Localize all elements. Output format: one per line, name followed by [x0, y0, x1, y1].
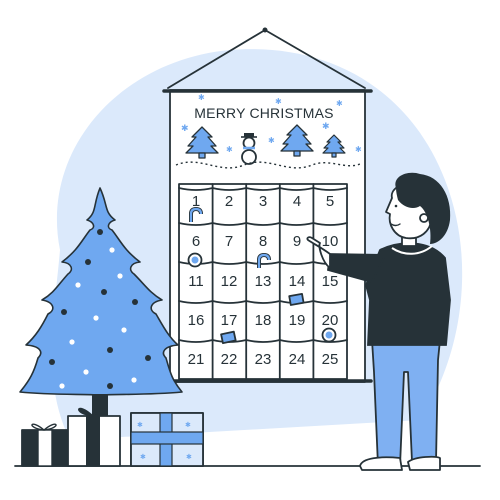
day-number[interactable]: 20: [322, 312, 339, 329]
svg-text:✱: ✱: [198, 93, 205, 102]
calendar-title: MERRY CHRISTMAS: [194, 105, 333, 121]
svg-text:✱: ✱: [322, 122, 330, 132]
day-number[interactable]: 4: [293, 193, 301, 210]
cookie-icon: [321, 327, 337, 343]
day-number[interactable]: 18: [255, 312, 272, 329]
day-number[interactable]: 12: [221, 273, 238, 290]
svg-text:✱: ✱: [268, 136, 275, 145]
gift-wrap-icon: [220, 330, 237, 345]
day-number[interactable]: 10: [322, 233, 339, 250]
gift-box-dark: [21, 423, 71, 467]
person-shoe: [359, 456, 403, 471]
hanging-nail: [262, 27, 268, 33]
svg-text:✱: ✱: [137, 421, 143, 429]
svg-text:✱: ✱: [226, 145, 233, 154]
day-number[interactable]: 16: [188, 312, 205, 329]
day-number[interactable]: 6: [192, 233, 200, 250]
person-eye: [394, 204, 398, 208]
day-number[interactable]: 17: [221, 312, 238, 329]
day-number[interactable]: 11: [188, 273, 204, 290]
day-number[interactable]: 3: [259, 193, 267, 210]
day-number[interactable]: 5: [326, 193, 334, 210]
day-number[interactable]: 24: [289, 351, 306, 368]
svg-text:✱: ✱: [185, 421, 191, 429]
person-ear: [419, 213, 429, 223]
advent-calendar-scene: MERRY CHRISTMAS ✱ ✱ ✱ ✱ ✱ ✱ ✱ ✱ 1 2 3 4 …: [14, 27, 481, 471]
gift-wrap-icon: [288, 292, 305, 306]
day-number[interactable]: 25: [322, 351, 339, 368]
day-number[interactable]: 22: [221, 351, 238, 368]
day-number[interactable]: 7: [225, 233, 233, 250]
advent-calendar: MERRY CHRISTMAS ✱ ✱ ✱ ✱ ✱ ✱ ✱ ✱ 1 2 3 4 …: [162, 89, 373, 383]
day-number[interactable]: 14: [289, 273, 306, 290]
day-number[interactable]: 23: [255, 351, 272, 368]
day-number[interactable]: 15: [322, 273, 339, 290]
day-number[interactable]: 9: [293, 233, 301, 250]
snowman-icon: [241, 133, 257, 165]
svg-text:✱: ✱: [355, 145, 362, 154]
svg-text:✱: ✱: [186, 453, 192, 461]
svg-text:✱: ✱: [336, 99, 343, 108]
gift-box-blue: ✱ ✱ ✱ ✱: [130, 412, 204, 467]
day-number[interactable]: 21: [188, 351, 205, 368]
svg-text:✱: ✱: [140, 453, 146, 461]
gift-box-white: [67, 407, 121, 467]
day-number[interactable]: 8: [259, 233, 267, 250]
day-number[interactable]: 2: [225, 193, 233, 210]
svg-text:✱: ✱: [181, 124, 189, 134]
day-number[interactable]: 19: [289, 312, 306, 329]
cookie-icon: [187, 252, 203, 268]
person-shoe: [407, 455, 441, 471]
day-number[interactable]: 13: [255, 273, 272, 290]
svg-text:✱: ✱: [275, 97, 282, 106]
illustration-canvas: MERRY CHRISTMAS ✱ ✱ ✱ ✱ ✱ ✱ ✱ ✱ 1 2 3 4 …: [0, 0, 500, 500]
